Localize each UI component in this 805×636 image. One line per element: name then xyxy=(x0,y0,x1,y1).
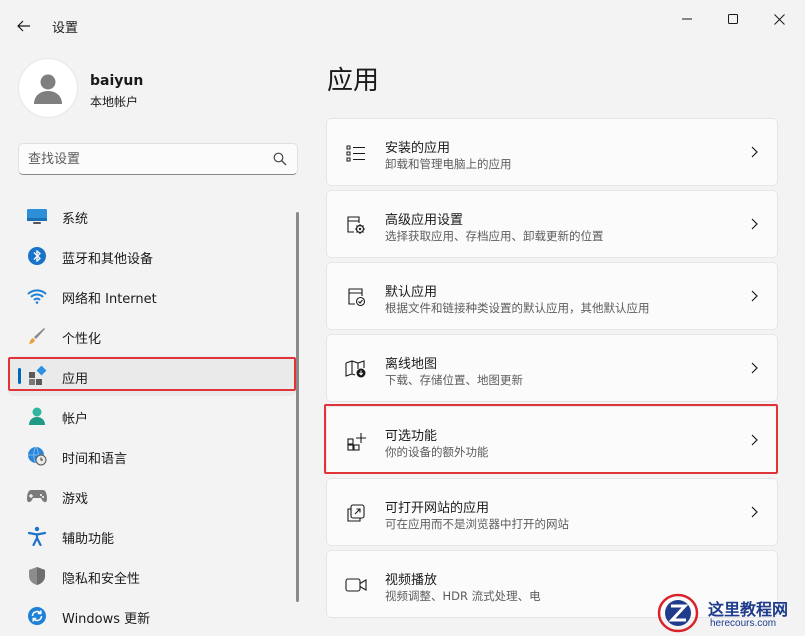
chevron-right-icon xyxy=(751,218,758,230)
sidebar-item-label: 个性化 xyxy=(62,332,102,347)
card-apps-for-websites[interactable]: 可打开网站的应用 可在应用而不是浏览器中打开的网站 xyxy=(326,478,778,546)
user-card[interactable]: baiyun 本地帐户 xyxy=(18,58,298,120)
card-title: 安装的应用 xyxy=(385,141,451,156)
watermark-logo-icon xyxy=(657,593,699,633)
card-title: 离线地图 xyxy=(385,357,438,372)
sidebar-item-label: 应用 xyxy=(62,372,89,387)
optional-features-icon xyxy=(345,430,367,452)
minimize-button[interactable] xyxy=(664,4,710,34)
card-installed-apps[interactable]: 安装的应用 卸载和管理电脑上的应用 xyxy=(326,118,778,186)
gamepad-icon xyxy=(26,486,48,506)
sidebar-item-privacy[interactable]: 隐私和安全性 xyxy=(8,556,296,596)
offline-maps-icon xyxy=(345,358,367,380)
sidebar-item-system[interactable]: 系统 xyxy=(8,196,296,236)
card-title: 视频播放 xyxy=(385,573,438,588)
accessibility-icon xyxy=(26,526,48,546)
sidebar-item-windows-update[interactable]: Windows 更新 xyxy=(8,596,296,636)
globe-clock-icon xyxy=(26,446,48,466)
card-default-apps[interactable]: 默认应用 根据文件和链接种类设置的默认应用，其他默认应用 xyxy=(326,262,778,330)
back-arrow-icon xyxy=(17,20,30,32)
account-icon xyxy=(26,406,48,426)
title-bar: 设置 xyxy=(0,0,805,50)
card-advanced-app-settings[interactable]: 高级应用设置 选择获取应用、存档应用、卸载更新的位置 xyxy=(326,190,778,258)
search-input[interactable] xyxy=(28,149,268,169)
card-offline-maps[interactable]: 离线地图 下载、存储位置、地图更新 xyxy=(326,334,778,402)
sidebar-item-label: 隐私和安全性 xyxy=(62,572,141,587)
sidebar-item-network[interactable]: 网络和 Internet xyxy=(8,276,296,316)
shield-icon xyxy=(26,566,48,586)
chevron-right-icon xyxy=(751,290,758,302)
system-icon xyxy=(26,206,48,226)
card-title: 高级应用设置 xyxy=(385,213,464,228)
settings-card-list: 安装的应用 卸载和管理电脑上的应用 高级应用设置 选择获取应用、存档应用、卸载更… xyxy=(326,118,778,622)
card-subtitle: 你的设备的额外功能 xyxy=(385,445,489,459)
card-optional-features[interactable]: 可选功能 你的设备的额外功能 xyxy=(326,406,778,474)
sidebar-item-label: 游戏 xyxy=(62,492,89,507)
chevron-right-icon xyxy=(751,146,758,158)
chevron-right-icon xyxy=(751,362,758,374)
app-title: 设置 xyxy=(52,21,79,36)
apps-for-websites-icon xyxy=(345,502,367,524)
update-icon xyxy=(26,606,48,626)
apps-icon xyxy=(26,366,48,386)
minimize-icon xyxy=(682,18,692,20)
avatar xyxy=(18,58,78,118)
card-title: 可打开网站的应用 xyxy=(385,501,490,516)
sidebar-item-label: 网络和 Internet xyxy=(62,292,157,307)
user-account-type: 本地帐户 xyxy=(90,95,139,109)
sidebar-item-label: Windows 更新 xyxy=(62,612,151,627)
sidebar-item-time-language[interactable]: 时间和语言 xyxy=(8,436,296,476)
user-avatar-icon xyxy=(34,74,62,104)
sidebar-item-accounts[interactable]: 帐户 xyxy=(8,396,296,436)
sidebar-nav: 系统 蓝牙和其他设备 网络和 Internet 个性化 应用 帐户 时间和语言 … xyxy=(8,196,296,636)
card-title: 可选功能 xyxy=(385,429,438,444)
maximize-button[interactable] xyxy=(710,4,756,34)
watermark: 这里教程网 herecours.com xyxy=(652,590,805,636)
user-name: baiyun xyxy=(90,73,144,89)
card-subtitle: 视频调整、HDR 流式处理、电 xyxy=(385,589,541,603)
video-playback-icon xyxy=(345,574,367,596)
card-subtitle: 可在应用而不是浏览器中打开的网站 xyxy=(385,517,569,531)
card-subtitle: 根据文件和链接种类设置的默认应用，其他默认应用 xyxy=(385,301,650,315)
card-title: 默认应用 xyxy=(385,285,438,300)
close-icon xyxy=(773,13,785,25)
close-button[interactable] xyxy=(756,4,802,34)
sidebar-item-accessibility[interactable]: 辅助功能 xyxy=(8,516,296,556)
chevron-right-icon xyxy=(751,506,758,518)
bluetooth-icon xyxy=(26,246,48,266)
sidebar-item-label: 蓝牙和其他设备 xyxy=(62,252,154,267)
wifi-icon xyxy=(26,286,48,306)
sidebar-item-apps[interactable]: 应用 xyxy=(8,356,296,396)
sidebar-scrollbar[interactable] xyxy=(296,212,299,602)
default-apps-icon xyxy=(345,286,367,308)
search-icon[interactable] xyxy=(273,152,287,166)
installed-apps-icon xyxy=(345,142,367,164)
watermark-name: 这里教程网 xyxy=(708,600,789,619)
selection-indicator xyxy=(18,368,21,384)
page-title: 应用 xyxy=(327,66,380,96)
maximize-icon xyxy=(728,14,738,24)
sidebar-item-label: 帐户 xyxy=(62,412,89,427)
card-subtitle: 卸载和管理电脑上的应用 xyxy=(385,157,512,171)
sidebar-item-gaming[interactable]: 游戏 xyxy=(8,476,296,516)
back-button[interactable] xyxy=(10,12,38,40)
sidebar-item-label: 辅助功能 xyxy=(62,532,115,547)
search-box[interactable] xyxy=(18,143,298,175)
sidebar-item-bluetooth[interactable]: 蓝牙和其他设备 xyxy=(8,236,296,276)
sidebar-item-label: 系统 xyxy=(62,212,89,227)
card-subtitle: 选择获取应用、存档应用、卸载更新的位置 xyxy=(385,229,604,243)
advanced-app-settings-icon xyxy=(345,214,367,236)
sidebar-item-label: 时间和语言 xyxy=(62,452,128,467)
brush-icon xyxy=(26,326,48,346)
watermark-url: herecours.com xyxy=(710,618,777,629)
sidebar-item-personalization[interactable]: 个性化 xyxy=(8,316,296,356)
chevron-right-icon xyxy=(751,434,758,446)
card-subtitle: 下载、存储位置、地图更新 xyxy=(385,373,523,387)
